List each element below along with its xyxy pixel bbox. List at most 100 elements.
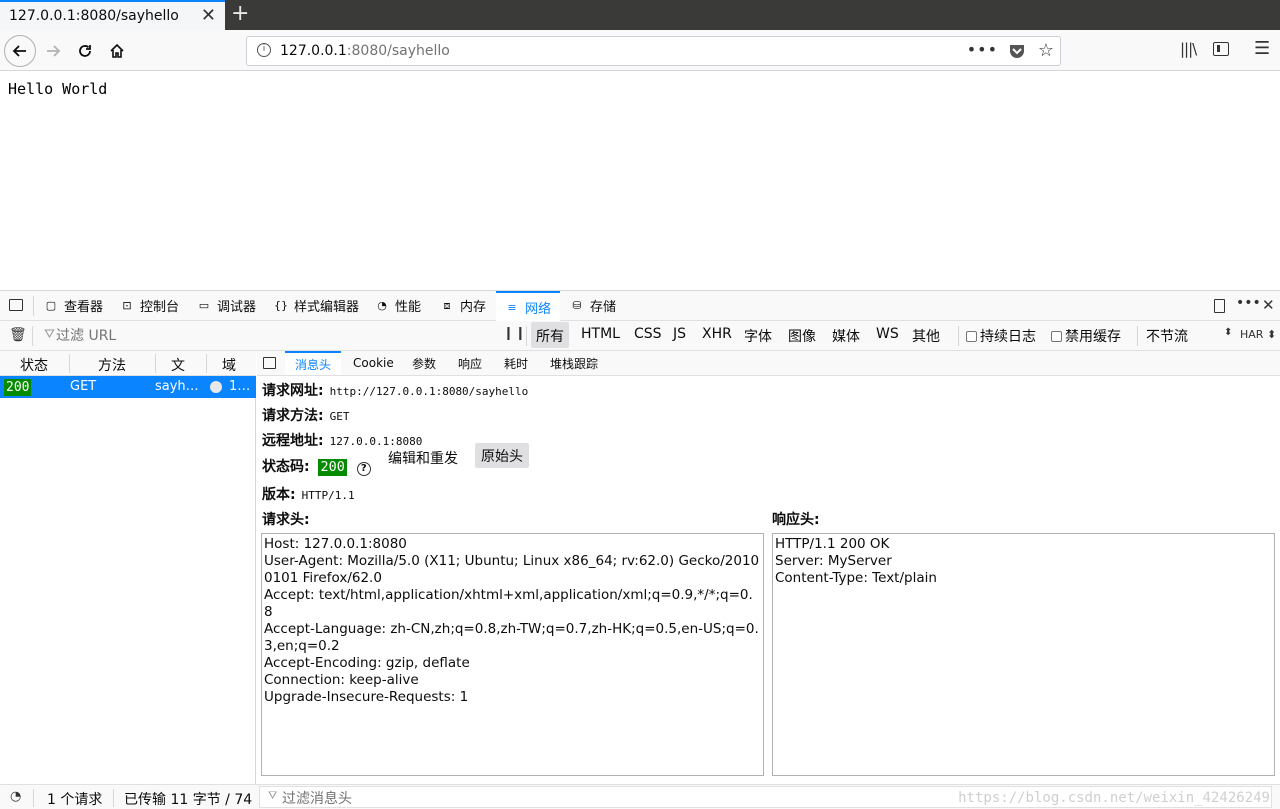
filter-xhr[interactable]: XHR — [702, 326, 732, 342]
performance-icon: ◔ — [377, 299, 387, 312]
filter-css[interactable]: CSS — [634, 326, 662, 342]
pause-icon[interactable]: ❙❙ — [503, 326, 527, 341]
filter-html[interactable]: HTML — [581, 326, 620, 342]
request-method-row: 请求方法: GET — [262, 408, 350, 424]
pocket-icon[interactable] — [1008, 42, 1026, 64]
column-file[interactable]: 文 — [171, 355, 185, 375]
raw-headers-button[interactable]: 原始头 — [475, 443, 529, 468]
help-icon[interactable]: ? — [356, 462, 371, 476]
filter-ws[interactable]: WS — [876, 326, 899, 342]
url-path: :8080/sayhello — [346, 43, 450, 59]
sidebar-icon[interactable] — [1213, 42, 1229, 56]
tab-headers[interactable]: 消息头 — [285, 351, 342, 375]
filter-all[interactable]: 所有 — [531, 322, 569, 348]
browser-tab[interactable]: 127.0.0.1:8080/sayhello ✕ — [0, 0, 225, 30]
url-text[interactable]: 127.0.0.1:8080/sayhello — [280, 43, 450, 59]
network-filter-bar: 🗑 ⛛ ❙❙ 所有 HTML CSS JS XHR 字体 图像 媒体 WS 其他… — [0, 321, 1280, 351]
request-header-line: Accept-Encoding: gzip, deflate — [264, 655, 470, 671]
menu-icon[interactable]: ☰ — [1254, 38, 1270, 59]
reload-button[interactable] — [70, 36, 100, 66]
filter-other[interactable]: 其他 — [912, 326, 940, 346]
status-badge: 200 — [4, 379, 32, 396]
arrow-left-icon — [12, 45, 26, 57]
column-method[interactable]: 方法 — [98, 355, 126, 375]
tab-network[interactable]: ≡ 网络 — [496, 291, 561, 321]
disable-cache-checkbox[interactable]: 禁用缓存 — [1051, 326, 1121, 346]
tab-style-editor[interactable]: {} 样式编辑器 — [274, 291, 359, 320]
tab-storage[interactable]: ⛁ 存储 — [570, 291, 616, 320]
tab-stack-trace[interactable]: 堆栈跟踪 — [550, 351, 598, 375]
request-url-value: http://127.0.0.1:8080/sayhello — [329, 385, 529, 398]
request-header-line: Host: 127.0.0.1:8080 — [264, 536, 407, 552]
element-picker-icon[interactable] — [9, 299, 23, 311]
console-icon: ⊡ — [122, 299, 132, 312]
request-header-line: Accept: text/html,application/xhtml+xml,… — [264, 587, 753, 620]
throttle-dropdown-icon[interactable]: ⬍ — [1224, 327, 1232, 338]
new-tab-button[interactable]: + — [231, 2, 249, 26]
request-count: 1 个请求 — [47, 792, 103, 808]
request-file: sayh… — [155, 379, 199, 394]
performance-analysis-icon[interactable]: ◔ — [10, 789, 21, 804]
har-menu[interactable]: HAR ⬍ — [1240, 328, 1276, 341]
devtools-panel: ▢ 查看器 ⊡ 控制台 ▭ 调试器 {} 样式编辑器 ◔ 性能 ⧈ 内存 ≡ 网络 ⛁ 存储 •… — [0, 290, 1280, 809]
edit-resend-button[interactable]: 编辑和重发 — [383, 444, 463, 469]
watermark: https://blog.csdn.net/weixin_42426249 — [958, 790, 1270, 806]
page-actions-icon[interactable]: ••• — [967, 40, 998, 59]
request-header-line: Accept-Language: zh-CN,zh;q=0.8,zh-TW;q=… — [264, 621, 759, 654]
more-options-icon[interactable]: ••• — [1236, 295, 1261, 311]
tab-inspector[interactable]: ▢ 查看器 — [44, 291, 103, 320]
request-list-header: 状态 方法 文 域 — [0, 351, 256, 376]
throttle-select[interactable]: 不节流 — [1146, 326, 1188, 346]
request-headers-textarea[interactable]: Host: 127.0.0.1:8080 User-Agent: Mozilla… — [261, 533, 764, 776]
filter-icon: ⛛ — [44, 327, 55, 342]
tab-performance[interactable]: ◔ 性能 — [375, 291, 421, 320]
inspector-icon: ▢ — [45, 299, 57, 312]
tab-cookies[interactable]: Cookie — [353, 351, 394, 375]
trash-icon[interactable]: 🗑 — [9, 327, 27, 343]
library-icon[interactable]: |||\ — [1180, 40, 1197, 58]
network-status-bar: ◔ 1 个请求 已传输 11 字节 / 74 5 ⛛ 过滤消息头 https:/… — [0, 784, 1280, 809]
reload-icon — [79, 45, 91, 57]
page-content: Hello World — [0, 72, 1280, 290]
tab-params[interactable]: 参数 — [412, 351, 436, 375]
checkbox-icon — [1051, 331, 1062, 342]
status-code-row: 状态码: 200 ? — [262, 456, 371, 476]
tab-timings[interactable]: 耗时 — [504, 351, 528, 375]
debugger-icon: ▭ — [198, 299, 210, 312]
tab-response[interactable]: 响应 — [458, 351, 482, 375]
filter-images[interactable]: 图像 — [788, 326, 816, 346]
column-domain[interactable]: 域 — [222, 355, 236, 375]
forward-button[interactable] — [38, 36, 68, 66]
close-tab-icon[interactable]: ✕ — [201, 6, 216, 26]
dock-icon[interactable] — [1214, 299, 1225, 313]
bookmark-star-icon[interactable]: ☆ — [1038, 40, 1054, 61]
persist-logs-checkbox[interactable]: 持续日志 — [966, 326, 1036, 346]
filter-media[interactable]: 媒体 — [832, 326, 860, 346]
request-url-row: 请求网址: http://127.0.0.1:8080/sayhello — [262, 383, 529, 399]
filter-fonts[interactable]: 字体 — [744, 326, 772, 346]
close-devtools-icon[interactable]: ✕ — [1262, 296, 1275, 314]
tab-debugger[interactable]: ▭ 调试器 — [197, 291, 256, 320]
info-icon[interactable]: i — [257, 43, 271, 57]
toggle-sidebar-icon[interactable] — [263, 357, 276, 369]
home-button[interactable] — [102, 36, 132, 66]
response-headers-textarea[interactable]: HTTP/1.1 200 OK Server: MyServer Content… — [772, 533, 1275, 776]
filter-js[interactable]: JS — [673, 326, 686, 342]
page-text: Hello World — [8, 80, 108, 98]
request-header-line: Upgrade-Insecure-Requests: 1 — [264, 689, 469, 705]
version-value: HTTP/1.1 — [301, 489, 355, 502]
request-row[interactable]: 200 GET sayh… 1… — [0, 376, 256, 398]
version-row: 版本: HTTP/1.1 — [262, 487, 355, 503]
response-header-line: Server: MyServer — [775, 553, 892, 569]
column-status[interactable]: 状态 — [20, 355, 48, 375]
tab-console[interactable]: ⊡ 控制台 — [120, 291, 179, 320]
devtools-toolbar: ▢ 查看器 ⊡ 控制台 ▭ 调试器 {} 样式编辑器 ◔ 性能 ⧈ 内存 ≡ 网络 ⛁ 存储 •… — [0, 291, 1280, 321]
back-button[interactable] — [4, 35, 36, 67]
tab-strip: 127.0.0.1:8080/sayhello ✕ + — [0, 0, 1280, 30]
url-filter-input[interactable] — [56, 325, 486, 347]
url-bar[interactable]: i 127.0.0.1:8080/sayhello ••• ☆ — [246, 36, 1061, 66]
request-headers-label: 请求头: — [262, 512, 310, 528]
request-header-line: User-Agent: Mozilla/5.0 (X11; Ubuntu; Li… — [264, 553, 760, 586]
tab-memory[interactable]: ⧈ 内存 — [440, 291, 487, 320]
tab-title: 127.0.0.1:8080/sayhello — [9, 8, 179, 24]
